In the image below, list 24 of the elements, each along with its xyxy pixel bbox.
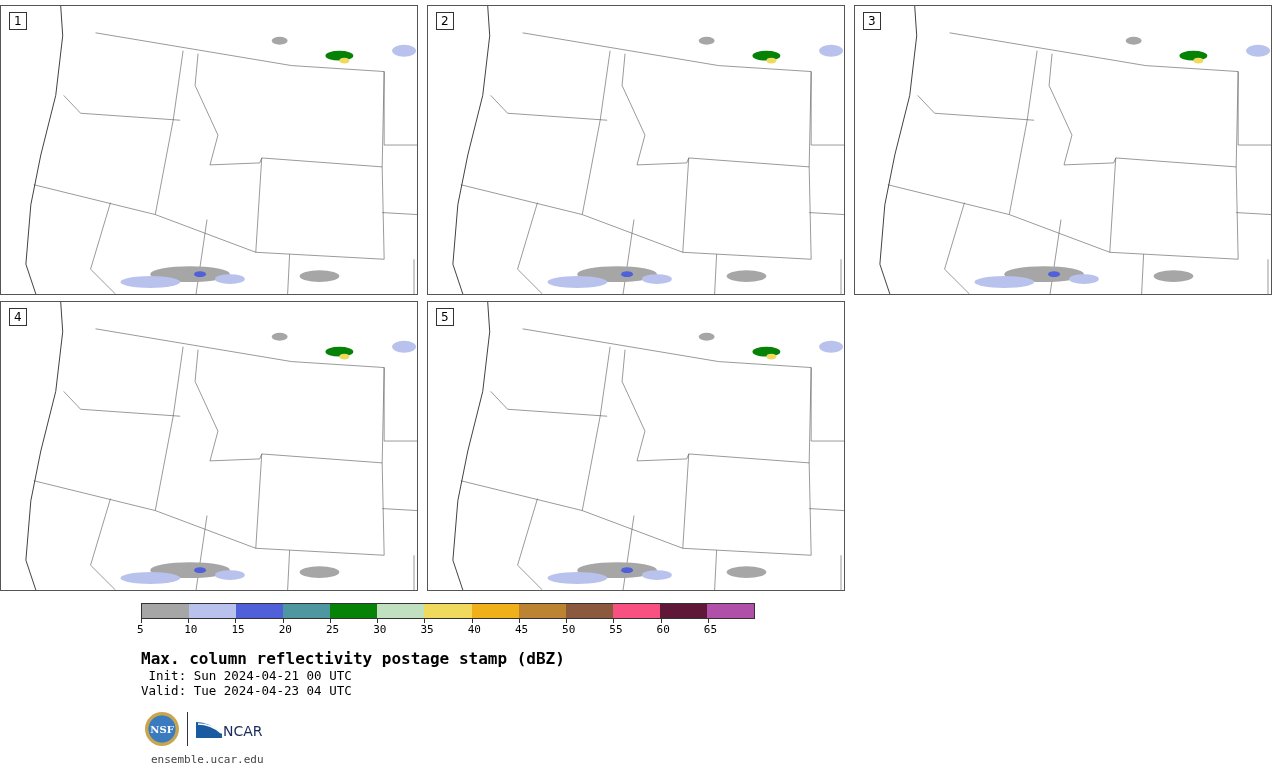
tick-label: 30 — [373, 623, 387, 636]
nsf-logo: NSF — [145, 712, 179, 746]
panel-number: 3 — [863, 12, 881, 30]
valid-time: Valid: Tue 2024-04-23 04 UTC — [141, 683, 353, 698]
tick-label: 55 — [609, 623, 623, 636]
tick-label: 10 — [184, 623, 198, 636]
panel-number: 2 — [436, 12, 454, 30]
panel-number: 4 — [9, 308, 27, 326]
tick-label: 25 — [325, 623, 340, 636]
tick-label: 5 — [137, 623, 144, 636]
tick-label: 45 — [514, 623, 529, 636]
ncar-logo: NCAR — [196, 720, 263, 738]
panel-number: 1 — [9, 12, 27, 30]
tick-label: 35 — [420, 623, 434, 636]
panel-number: 5 — [436, 308, 454, 326]
website-link[interactable]: ensemble.ucar.edu — [151, 753, 264, 766]
tick-label: 50 — [562, 623, 576, 636]
figure-title: Max. column reflectivity postage stamp (dBZ) — [141, 649, 566, 668]
tick-label: 20 — [278, 623, 292, 636]
init-time: Init: Sun 2024-04-21 00 UTC — [147, 668, 353, 683]
tick-label: 60 — [656, 623, 670, 636]
tick-label: 15 — [231, 623, 245, 636]
tick-label: 40 — [467, 623, 481, 636]
tick-label: 65 — [703, 623, 718, 636]
